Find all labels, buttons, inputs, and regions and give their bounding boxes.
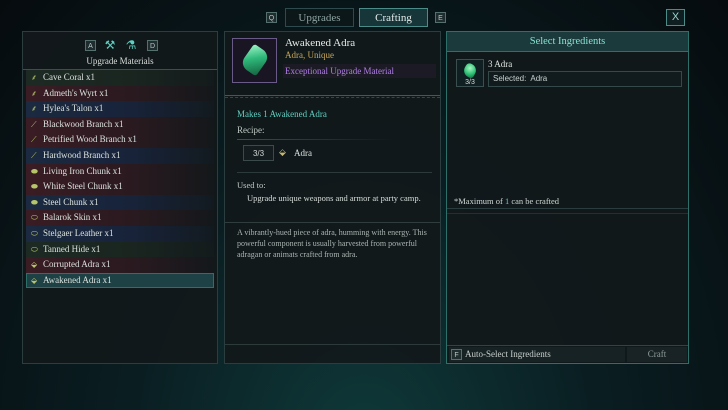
material-item-label: Hardwood Branch x1 xyxy=(43,149,121,160)
upgrade-materials-panel: A ⚒ ⚗ D Upgrade Materials ⸙ Cave Coral x1… xyxy=(22,31,218,364)
tab-upgrades[interactable]: Upgrades xyxy=(285,8,354,27)
recipe-count: 3/3 xyxy=(243,145,274,161)
material-item-label: Petrified Wood Branch x1 xyxy=(43,134,137,145)
key-hint-next-category: D xyxy=(147,40,158,51)
divider xyxy=(237,172,432,173)
divider xyxy=(225,222,440,223)
used-to-label: Used to: xyxy=(237,180,266,190)
hide-icon: ⬭ xyxy=(31,244,38,254)
ingredient-selector[interactable]: Selected: Adra xyxy=(488,71,682,87)
divider xyxy=(225,95,440,98)
ore-icon: ⬬ xyxy=(31,182,38,192)
close-button[interactable]: X xyxy=(666,9,685,26)
adra-icon: ⬙ xyxy=(31,275,38,285)
material-item-label: Cave Coral x1 xyxy=(43,72,95,82)
ingredients-panel-title: Select Ingredients xyxy=(447,32,688,52)
material-item[interactable]: ⬬ Steel Chunk x1 xyxy=(26,194,214,211)
key-hint-auto-select: F xyxy=(451,349,462,360)
material-item-label: Living Iron Chunk x1 xyxy=(43,165,122,176)
key-hint-prev-category: A xyxy=(85,40,96,51)
divider xyxy=(237,139,392,140)
ore-icon: ⬬ xyxy=(31,166,38,176)
adra-icon: ⬙ xyxy=(31,260,38,270)
material-item-label: Steel Chunk x1 xyxy=(43,196,99,207)
material-item[interactable]: ⟋ Petrified Wood Branch x1 xyxy=(26,132,214,148)
material-item[interactable]: ⟋ Blackwood Branch x1 xyxy=(26,116,214,133)
recipe-label: Recipe: xyxy=(237,125,265,135)
divider xyxy=(447,213,688,214)
coral-icon: ⸙ xyxy=(31,73,37,82)
selected-value: Adra xyxy=(530,74,548,83)
item-portrait xyxy=(232,38,277,83)
material-item[interactable]: ⬭ Tanned Hide x1 xyxy=(26,241,214,258)
auto-select-label: Auto-Select Ingredients xyxy=(465,349,551,359)
material-item-label: Balarok Skin x1 xyxy=(43,212,102,223)
recipe-row: 3/3 ⬙ Adra xyxy=(243,145,418,161)
material-item[interactable]: ⬬ Living Iron Chunk x1 xyxy=(26,163,214,180)
material-item[interactable]: ⬭ Balarok Skin x1 xyxy=(26,210,214,226)
divider xyxy=(225,344,440,345)
hide-icon: ⬭ xyxy=(31,228,38,238)
divider xyxy=(447,208,688,209)
herb-icon: ⸙ xyxy=(31,88,37,98)
adra-icon: ⬙ xyxy=(279,147,286,157)
material-item-label: Corrupted Adra x1 xyxy=(43,259,111,270)
material-item-label: Stelgaer Leather x1 xyxy=(43,227,114,238)
material-item[interactable]: ⬬ White Steel Chunk x1 xyxy=(26,179,214,195)
tab-crafting[interactable]: Crafting xyxy=(359,8,428,27)
material-item[interactable]: ⬭ Stelgaer Leather x1 xyxy=(26,225,214,242)
branch-icon: ⟋ xyxy=(31,135,37,145)
material-item[interactable]: ⸙ Admeth's Wyrt x1 xyxy=(26,85,214,102)
ingredient-count: 3/3 xyxy=(465,79,475,86)
key-hint-next-tab: E xyxy=(435,12,446,23)
makes-text: Makes 1 Awakened Adra xyxy=(237,109,327,119)
used-to-text: Upgrade unique weapons and armor at part… xyxy=(247,193,421,203)
recipe-ingredient-name: Adra xyxy=(294,148,312,158)
item-type-badge: Exceptional Upgrade Material xyxy=(283,64,436,78)
key-hint-prev-tab: Q xyxy=(266,12,277,23)
materials-panel-header: A ⚒ ⚗ D Upgrade Materials xyxy=(23,32,217,70)
talon-icon: ⸙ xyxy=(31,104,37,114)
adra-icon xyxy=(461,61,479,80)
auto-select-ingredients-button[interactable]: F Auto-Select Ingredients xyxy=(449,347,625,362)
material-item-label: Awakened Adra x1 xyxy=(43,274,112,285)
hide-icon: ⬭ xyxy=(31,213,38,223)
material-item-label: Tanned Hide x1 xyxy=(43,243,101,254)
material-item-label: Hylea's Talon x1 xyxy=(43,103,104,114)
ingredient-name: 3 Adra xyxy=(488,59,513,69)
materials-panel-title: Upgrade Materials xyxy=(86,56,154,66)
max-note-prefix: *Maximum of xyxy=(454,196,505,206)
item-detail-panel: Awakened Adra Adra, Unique Exceptional U… xyxy=(224,31,441,364)
ore-icon: ⬬ xyxy=(31,197,38,207)
craft-button[interactable]: Craft xyxy=(627,347,687,362)
material-item-label: Admeth's Wyrt x1 xyxy=(43,87,109,98)
branch-icon: ⟋ xyxy=(31,150,37,160)
material-item[interactable]: ⸙ Hylea's Talon x1 xyxy=(26,101,214,117)
select-ingredients-panel: Select Ingredients 3/3 3 Adra Selected: A… xyxy=(446,31,689,364)
potion-icon[interactable]: ⚗ xyxy=(124,39,138,51)
anvil-icon[interactable]: ⚒ xyxy=(103,39,117,51)
max-craft-note: *Maximum of 1 can be crafted xyxy=(454,196,559,206)
material-item[interactable]: ⸙ Cave Coral x1 xyxy=(26,70,214,86)
material-item[interactable]: ⬙ Awakened Adra x1 xyxy=(26,272,214,289)
item-subtitle: Adra, Unique xyxy=(285,50,334,60)
materials-list: ⸙ Cave Coral x1 ⸙ Admeth's Wyrt x1 ⸙ Hylea's … xyxy=(23,70,217,289)
material-item-label: Blackwood Branch x1 xyxy=(43,118,124,129)
top-bar: Q Upgrades Crafting E xyxy=(0,8,728,28)
awakened-adra-icon xyxy=(239,43,271,77)
ingredient-slot[interactable]: 3/3 xyxy=(456,59,484,87)
max-note-suffix: can be crafted xyxy=(509,196,560,206)
material-item[interactable]: ⟋ Hardwood Branch x1 xyxy=(26,147,214,164)
material-item[interactable]: ⬙ Corrupted Adra x1 xyxy=(26,257,214,273)
item-description: A vibrantly-hued piece of adra, humming … xyxy=(237,228,427,259)
ingredients-action-bar: F Auto-Select Ingredients Craft xyxy=(447,345,688,363)
material-item-label: White Steel Chunk x1 xyxy=(43,181,123,192)
branch-icon: ⟋ xyxy=(31,119,37,129)
selected-label: Selected: xyxy=(493,74,527,83)
item-name: Awakened Adra xyxy=(285,37,356,49)
